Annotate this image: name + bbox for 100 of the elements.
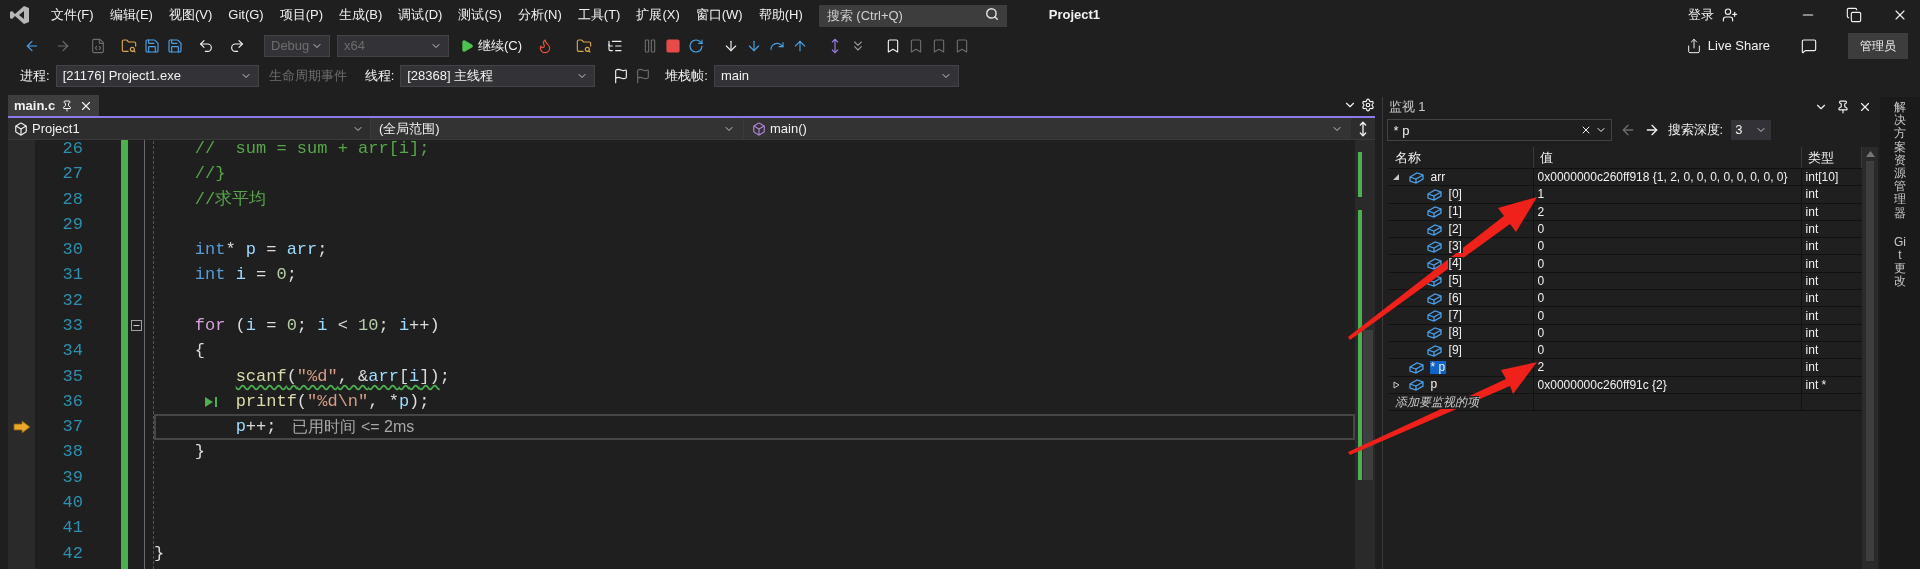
- column-header[interactable]: 值: [1533, 147, 1802, 168]
- variable-name[interactable]: [2]: [1447, 222, 1463, 236]
- type-cell: int: [1805, 204, 1819, 219]
- code-line: p++;: [235, 416, 277, 439]
- new-item-icon[interactable]: [90, 38, 106, 54]
- folder-search-icon[interactable]: [576, 38, 593, 54]
- pin-icon[interactable]: [61, 99, 74, 112]
- scrollbar[interactable]: [1862, 147, 1879, 569]
- type-cell: int: [1805, 222, 1819, 237]
- undo-icon[interactable]: [198, 38, 214, 54]
- menu-item[interactable]: 帮助(H): [750, 5, 811, 25]
- admin-badge: 管理员: [1848, 33, 1908, 59]
- line-number: 29: [62, 213, 83, 236]
- project-icon: [14, 121, 28, 136]
- scrollbar[interactable]: [1354, 140, 1375, 569]
- live-share-button[interactable]: Live Share: [1685, 36, 1770, 56]
- variable-icon: [1408, 170, 1424, 184]
- project-dropdown[interactable]: Project1: [8, 118, 370, 139]
- value-cell: 0: [1537, 273, 1545, 288]
- search-depth-dropdown[interactable]: 3: [1731, 120, 1772, 140]
- variable-name[interactable]: [8]: [1447, 326, 1463, 340]
- menu-item[interactable]: 窗口(W): [687, 5, 751, 25]
- back-icon[interactable]: [24, 38, 40, 54]
- side-tab[interactable]: 解决方案资源管理器: [1894, 101, 1906, 220]
- redo-icon[interactable]: [229, 38, 245, 54]
- variable-name[interactable]: [1]: [1447, 205, 1463, 219]
- variable-name[interactable]: [5]: [1447, 274, 1463, 288]
- line-number: 36: [62, 390, 83, 413]
- save-all-icon[interactable]: [167, 38, 183, 54]
- panel-title: 监视 1: [1388, 98, 1426, 117]
- flag-threads-icon[interactable]: [635, 68, 652, 84]
- line-number: 40: [62, 492, 83, 515]
- stack-frame-dropdown[interactable]: main: [713, 65, 959, 87]
- save-icon[interactable]: [144, 38, 160, 54]
- change-mark: [1357, 152, 1362, 197]
- side-tab[interactable]: Git 更改: [1894, 235, 1906, 289]
- menu-item[interactable]: 项目(P): [271, 5, 332, 25]
- line-number: 42: [62, 542, 83, 565]
- menu-item[interactable]: 扩展(X): [628, 5, 688, 25]
- type-cell: int *: [1805, 377, 1827, 392]
- sign-in-link[interactable]: 登录: [1688, 5, 1714, 25]
- settings-icon[interactable]: [1360, 98, 1375, 112]
- variable-icon: [1426, 257, 1442, 271]
- search-field[interactable]: 搜索 (Ctrl+Q): [818, 4, 1007, 27]
- menu-item[interactable]: 视图(V): [160, 5, 221, 25]
- restart-icon[interactable]: [688, 38, 705, 54]
- user-icon[interactable]: [1722, 7, 1738, 23]
- continue-button[interactable]: 继续(C): [460, 36, 523, 56]
- variable-name[interactable]: [3]: [1447, 239, 1463, 253]
- code-line: printf("%d\n", *p);: [235, 390, 430, 413]
- menu-item[interactable]: 测试(S): [450, 5, 510, 25]
- collapse-icon[interactable]: [130, 320, 142, 332]
- pin-icon[interactable]: [1836, 100, 1851, 114]
- restore-icon[interactable]: [1846, 7, 1862, 23]
- variable-icon: [1408, 378, 1424, 392]
- flag-icon[interactable]: [613, 68, 630, 84]
- line-number: 33: [62, 315, 83, 337]
- process-dropdown[interactable]: [21176] Project1.exe: [55, 65, 259, 87]
- variable-name[interactable]: [0]: [1447, 187, 1463, 201]
- type-cell: int: [1805, 308, 1819, 323]
- add-watch-field[interactable]: 添加要监视的项: [1394, 395, 1479, 409]
- type-cell: int: [1805, 343, 1819, 358]
- scroll-thumb[interactable]: [1362, 330, 1373, 480]
- variable-icon: [1426, 326, 1442, 340]
- menu-item[interactable]: 调试(D): [390, 5, 451, 25]
- code-line: int i = 0;: [194, 264, 297, 287]
- forward-icon[interactable]: [55, 38, 71, 54]
- menu-item[interactable]: 生成(B): [331, 5, 391, 25]
- variable-icon: [1426, 291, 1442, 305]
- scroll-up-icon[interactable]: [1865, 151, 1875, 157]
- variable-name[interactable]: * p: [1429, 360, 1447, 374]
- menu-item[interactable]: 编辑(E): [101, 5, 161, 25]
- window-layout-icon[interactable]: [607, 38, 624, 54]
- scope-dropdown[interactable]: (全局范围): [370, 118, 743, 139]
- variable-name[interactable]: [7]: [1447, 309, 1463, 322]
- line-number: 32: [62, 289, 83, 312]
- line-number: 35: [62, 365, 83, 388]
- menu-item[interactable]: Git(G): [220, 5, 272, 25]
- variable-name[interactable]: [4]: [1447, 257, 1463, 271]
- type-cell: int: [1805, 360, 1819, 375]
- variable-name[interactable]: [6]: [1447, 291, 1463, 305]
- menu-item[interactable]: 文件(F): [43, 5, 102, 25]
- code-line: }: [154, 542, 165, 565]
- open-folder-icon[interactable]: [121, 38, 137, 54]
- feedback-icon[interactable]: [1801, 38, 1817, 54]
- watch-search-field[interactable]: * p: [1386, 119, 1612, 141]
- collapse-icon[interactable]: [1392, 173, 1400, 182]
- run-to-click-icon[interactable]: [204, 395, 218, 408]
- expand-icon[interactable]: [1392, 380, 1400, 389]
- document-tab[interactable]: main.c: [8, 95, 100, 116]
- column-header[interactable]: 名称: [1388, 147, 1534, 168]
- menu-item[interactable]: 工具(T): [569, 5, 629, 25]
- menu-item[interactable]: 分析(N): [509, 5, 570, 25]
- value-cell: 0: [1537, 343, 1545, 358]
- member-dropdown[interactable]: main(): [743, 118, 1351, 139]
- variable-name[interactable]: p: [1429, 378, 1439, 392]
- thread-dropdown[interactable]: [28368] 主线程: [400, 65, 596, 87]
- value-cell: 0: [1537, 308, 1545, 323]
- variable-name[interactable]: [9]: [1447, 343, 1463, 357]
- stop-icon[interactable]: [665, 38, 682, 54]
